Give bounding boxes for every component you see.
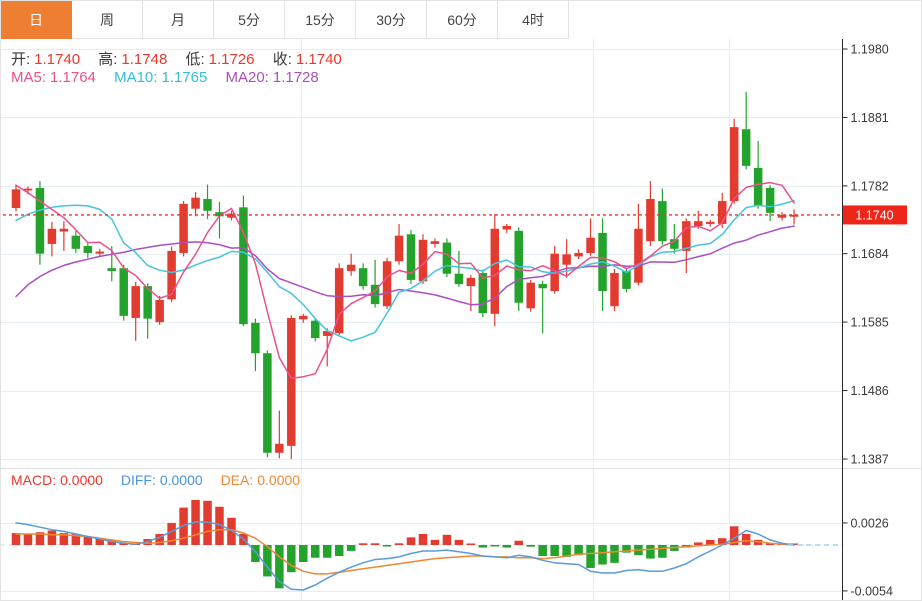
- svg-text:1.1684: 1.1684: [851, 247, 889, 261]
- open-value: 1.1740: [34, 51, 81, 68]
- tab-4hour[interactable]: 4时: [498, 1, 569, 39]
- macd-value: 0.0000: [60, 472, 103, 488]
- ma10-line: [15, 199, 795, 342]
- diff-value: 0.0000: [159, 472, 203, 488]
- tab-day[interactable]: 日: [1, 1, 72, 39]
- svg-text:1.1486: 1.1486: [851, 384, 889, 398]
- tab-60min[interactable]: 60分: [427, 1, 498, 39]
- svg-text:1.1740: 1.1740: [855, 208, 893, 222]
- svg-text:0.0026: 0.0026: [851, 516, 889, 530]
- svg-text:-0.0054: -0.0054: [851, 584, 893, 598]
- price-axis: 1.1980 1.1881 1.1782 1.1684 1.1585 1.1486 1.13…: [842, 39, 889, 468]
- ma5-line: [15, 181, 795, 380]
- svg-text:1.1782: 1.1782: [851, 179, 889, 193]
- low-value: 1.1726: [208, 51, 255, 68]
- svg-text:1.1387: 1.1387: [851, 453, 889, 467]
- current-price-tag: 1.1740: [843, 205, 907, 225]
- open-label: 开:: [11, 51, 31, 68]
- diff-line: [15, 521, 795, 591]
- svg-text:1.1980: 1.1980: [851, 43, 889, 57]
- candles-group: [11, 91, 799, 459]
- tab-month[interactable]: 月: [143, 1, 214, 39]
- ma20-label: MA20:: [225, 69, 269, 86]
- tab-30min[interactable]: 30分: [356, 1, 427, 39]
- ma10-label: MA10:: [114, 69, 158, 86]
- chart-window: 日 周 月 5分 15分 30分 60分 4时 1.1980 1.1881 1.17…: [0, 0, 922, 601]
- ma-readout: MA5: 1.1764 MA10: 1.1765 MA20: 1.1728: [11, 69, 323, 86]
- high-label: 高:: [98, 51, 118, 68]
- ma10-value: 1.1765: [161, 69, 208, 86]
- macd-label: MACD:: [11, 472, 57, 488]
- svg-text:1.1881: 1.1881: [851, 111, 889, 125]
- dea-value: 0.0000: [257, 472, 301, 488]
- tab-15min[interactable]: 15分: [285, 1, 356, 39]
- tab-week[interactable]: 周: [72, 1, 143, 39]
- interval-tabbar: 日 周 月 5分 15分 30分 60分 4时: [1, 1, 569, 39]
- ohlc-readout: 开: 1.1740 高: 1.1748 低: 1.1726 收: 1.1740: [11, 48, 346, 69]
- svg-text:1.1585: 1.1585: [851, 316, 889, 330]
- ma5-label: MA5:: [11, 69, 47, 86]
- diff-label: DIFF:: [120, 472, 156, 488]
- candlestick-chart[interactable]: 1.1980 1.1881 1.1782 1.1684 1.1585 1.1486 1.13…: [1, 39, 922, 468]
- high-value: 1.1748: [121, 51, 168, 68]
- close-label: 收:: [272, 51, 292, 68]
- macd-axis: 0.0026 -0.0054: [842, 468, 893, 600]
- low-label: 低:: [185, 51, 205, 68]
- dea-label: DEA:: [220, 472, 254, 488]
- close-value: 1.1740: [295, 51, 342, 68]
- ma5-value: 1.1764: [50, 69, 96, 86]
- macd-readout: MACD: 0.0000 DIFF: 0.0000 DEA: 0.0000: [11, 472, 304, 488]
- tab-5min[interactable]: 5分: [214, 1, 285, 39]
- ma20-value: 1.1728: [272, 69, 319, 86]
